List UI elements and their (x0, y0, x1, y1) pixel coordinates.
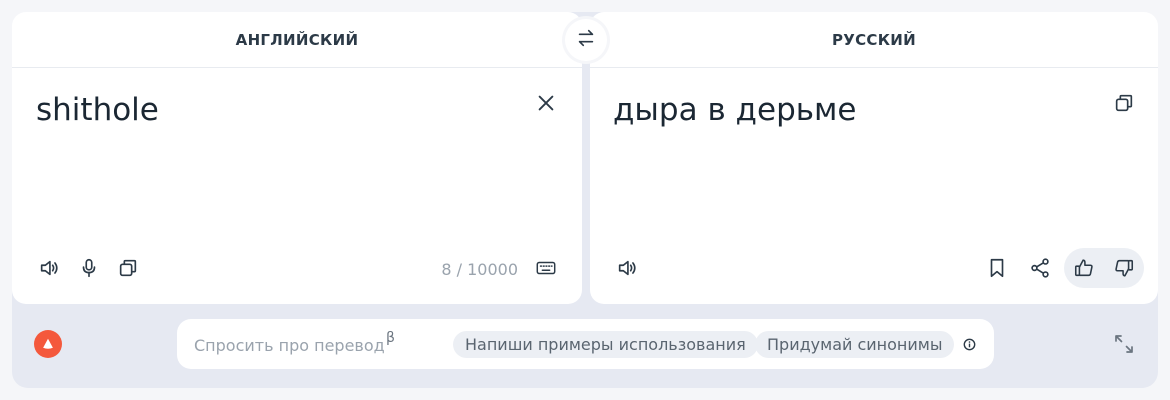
copy-icon[interactable] (1110, 89, 1138, 117)
alice-logo-icon[interactable] (34, 330, 62, 358)
character-counter: 8 / 10000 (441, 260, 518, 279)
suggestion-chip-synonyms[interactable]: Придумай синонимы (755, 331, 955, 358)
swap-languages-button[interactable] (565, 19, 607, 61)
target-language-selector[interactable]: РУССКИЙ (590, 12, 1158, 68)
bookmark-icon[interactable] (983, 254, 1011, 282)
target-panel: РУССКИЙ дыра в дерьме (590, 12, 1158, 304)
speaker-icon[interactable] (35, 254, 63, 282)
ask-input-placeholder[interactable]: Спросить про перевод (194, 336, 385, 355)
info-icon[interactable] (963, 338, 976, 351)
speaker-icon[interactable] (613, 254, 641, 282)
source-panel: АНГЛИЙСКИЙ shithole 8 / 10000 (12, 12, 582, 304)
beta-badge: β (386, 330, 395, 346)
ask-about-translation-bar[interactable]: Спросить про перевод β Напиши примеры ис… (177, 319, 994, 369)
keyboard-icon[interactable] (532, 254, 560, 282)
microphone-icon[interactable] (75, 254, 103, 282)
swap-arrows-icon (575, 27, 597, 53)
translation-text: дыра в дерьме (613, 92, 857, 128)
copy-icon[interactable] (114, 254, 142, 282)
close-icon[interactable] (532, 89, 560, 117)
source-language-selector[interactable]: АНГЛИЙСКИЙ (12, 12, 582, 68)
share-icon[interactable] (1026, 254, 1054, 282)
suggestion-chip-examples[interactable]: Напиши примеры использования (453, 331, 758, 358)
thumbs-up-icon[interactable] (1070, 254, 1098, 282)
thumbs-down-icon[interactable] (1110, 254, 1138, 282)
source-text-input[interactable]: shithole (36, 92, 159, 128)
expand-icon[interactable] (1112, 332, 1136, 356)
